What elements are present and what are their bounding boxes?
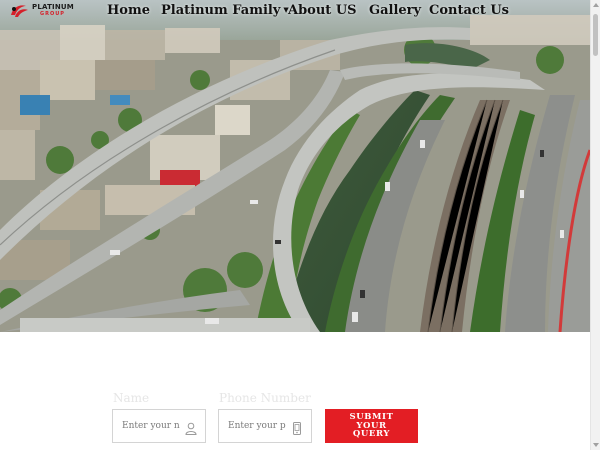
scroll-down-icon[interactable]	[593, 443, 599, 447]
user-icon	[185, 420, 197, 435]
name-field	[112, 409, 206, 443]
submit-line-3: QUERY	[352, 429, 391, 440]
nav-contact-us[interactable]: Contact Us	[429, 3, 509, 18]
phone-icon	[291, 420, 303, 435]
page-scrollbar[interactable]	[590, 0, 600, 450]
nav-home[interactable]: Home	[107, 3, 150, 18]
phone-label: Phone Number	[219, 391, 311, 405]
nav-contact-us-label: Contact Us	[429, 3, 509, 18]
phone-field	[218, 409, 312, 443]
name-label: Name	[113, 391, 150, 405]
nav-about-us-label: About US	[288, 3, 357, 18]
nav-gallery-label: Gallery	[369, 3, 422, 18]
nav-gallery[interactable]: Gallery	[369, 3, 421, 18]
scrollbar-thumb[interactable]	[593, 14, 598, 56]
scroll-up-icon[interactable]	[593, 3, 599, 7]
nav-platinum-family-label: Platinum Family	[161, 3, 281, 18]
name-input[interactable]	[122, 418, 180, 434]
main-nav: Home Platinum Family ▼ About US Gallery C…	[0, 3, 590, 23]
nav-home-label: Home	[107, 3, 150, 18]
nav-about-us[interactable]: About US	[288, 3, 357, 18]
phone-input[interactable]	[228, 418, 286, 434]
submit-query-button[interactable]: SUBMIT YOUR QUERY	[325, 409, 418, 443]
nav-platinum-family[interactable]: Platinum Family ▼	[161, 3, 289, 18]
query-form: Name Phone Number SUBMIT YOUR QUERY	[0, 332, 590, 450]
hero-image	[0, 0, 590, 332]
